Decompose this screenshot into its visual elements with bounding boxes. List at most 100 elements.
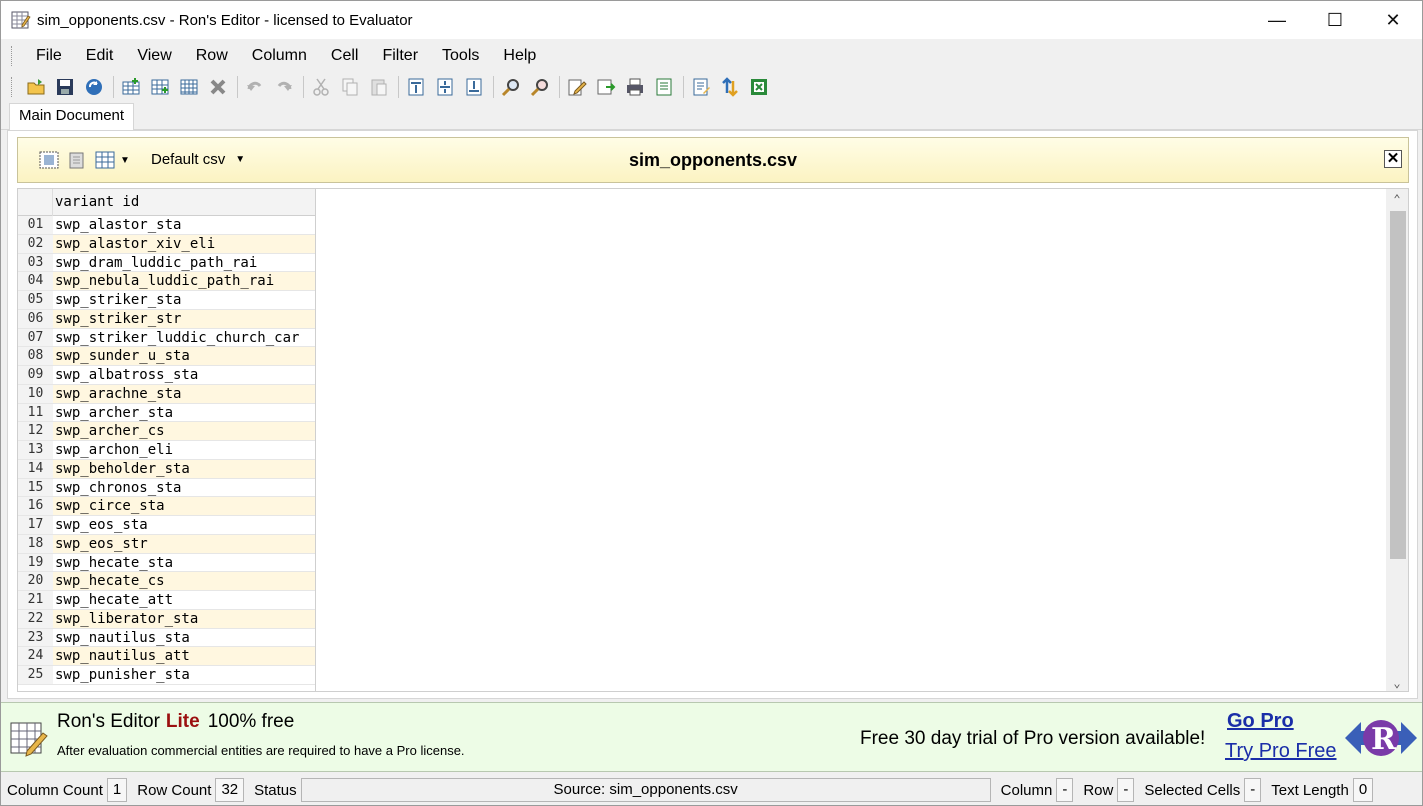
align-middle-button[interactable] <box>433 75 457 99</box>
open-folder-button[interactable] <box>24 75 48 99</box>
menu-column[interactable]: Column <box>240 47 319 65</box>
try-pro-free-link[interactable]: Try Pro Free <box>1225 740 1337 763</box>
insert-column-button[interactable] <box>148 75 172 99</box>
variant-id-cell[interactable]: swp_arachne_sta <box>53 384 315 403</box>
variant-id-cell[interactable]: swp_archon_eli <box>53 441 315 459</box>
maximize-button[interactable]: ☐ <box>1306 1 1364 39</box>
row-number[interactable]: 14 <box>18 459 53 478</box>
variant-id-cell[interactable]: swp_nautilus_att <box>53 647 315 665</box>
row-number[interactable]: 21 <box>18 591 53 609</box>
table-row[interactable]: 03 swp_dram_luddic_path_rai <box>18 253 315 273</box>
variant-id-cell[interactable]: swp_striker_luddic_church_car <box>53 328 315 347</box>
edit-button[interactable] <box>565 75 589 99</box>
scrollbar-thumb[interactable] <box>1390 211 1406 559</box>
table-row[interactable]: 10 swp_arachne_sta <box>18 384 315 404</box>
row-number[interactable]: 03 <box>18 253 53 272</box>
menu-filter[interactable]: Filter <box>370 47 430 65</box>
table-row[interactable]: 07 swp_striker_luddic_church_car <box>18 328 315 348</box>
table-row[interactable]: 23 swp_nautilus_sta <box>18 628 315 648</box>
row-number[interactable]: 07 <box>18 328 53 347</box>
row-number[interactable]: 20 <box>18 572 53 590</box>
row-number[interactable]: 01 <box>18 216 53 234</box>
column-header-variant-id[interactable]: variant id <box>55 194 139 210</box>
variant-id-cell[interactable]: swp_striker_sta <box>53 291 315 309</box>
row-number[interactable]: 06 <box>18 309 53 328</box>
grid-button[interactable] <box>177 75 201 99</box>
variant-id-cell[interactable]: swp_hecate_sta <box>53 553 315 572</box>
excel-button[interactable] <box>747 75 771 99</box>
menu-help[interactable]: Help <box>491 47 548 65</box>
row-number[interactable]: 25 <box>18 666 53 684</box>
table-row[interactable]: 17 swp_eos_sta <box>18 516 315 535</box>
table-row[interactable]: 01 swp_alastor_sta <box>18 216 315 235</box>
scroll-up-arrow-icon[interactable]: ⌃ <box>1386 189 1408 209</box>
table-row[interactable]: 21 swp_hecate_att <box>18 591 315 610</box>
variant-id-cell[interactable]: swp_nebula_luddic_path_rai <box>53 272 315 290</box>
r-logo-icon[interactable]: R <box>1343 715 1419 761</box>
variant-id-cell[interactable]: swp_alastor_xiv_eli <box>53 234 315 253</box>
variant-id-cell[interactable]: swp_hecate_att <box>53 591 315 609</box>
table-row[interactable]: 22 swp_liberator_sta <box>18 609 315 629</box>
variant-id-cell[interactable]: swp_circe_sta <box>53 497 315 515</box>
undo-button[interactable] <box>243 75 267 99</box>
table-row[interactable]: 12 swp_archer_cs <box>18 422 315 441</box>
variant-id-cell[interactable]: swp_punisher_sta <box>53 666 315 684</box>
table-row[interactable]: 15 swp_chronos_sta <box>18 478 315 498</box>
find-next-button[interactable] <box>528 75 552 99</box>
row-number[interactable]: 10 <box>18 384 53 403</box>
row-number[interactable]: 04 <box>18 272 53 290</box>
row-number[interactable]: 15 <box>18 478 53 497</box>
variant-id-cell[interactable]: swp_eos_sta <box>53 516 315 534</box>
menu-edit[interactable]: Edit <box>74 47 126 65</box>
row-number[interactable]: 08 <box>18 347 53 365</box>
row-number[interactable]: 19 <box>18 553 53 572</box>
table-row[interactable]: 02 swp_alastor_xiv_eli <box>18 234 315 254</box>
table-row[interactable]: 14 swp_beholder_sta <box>18 459 315 479</box>
row-number[interactable]: 05 <box>18 291 53 309</box>
variant-id-cell[interactable]: swp_albatross_sta <box>53 366 315 384</box>
variant-id-cell[interactable]: swp_archer_cs <box>53 422 315 440</box>
variant-id-cell[interactable]: swp_liberator_sta <box>53 609 315 628</box>
corner-cell[interactable] <box>18 189 53 216</box>
print-button[interactable] <box>623 75 647 99</box>
close-window-button[interactable]: ✕ <box>1364 1 1422 39</box>
menu-file[interactable]: File <box>24 47 74 65</box>
copy-button[interactable] <box>338 75 362 99</box>
variant-id-cell[interactable]: swp_striker_str <box>53 309 315 328</box>
preview-button[interactable] <box>652 75 676 99</box>
variant-id-cell[interactable]: swp_nautilus_sta <box>53 628 315 647</box>
table-row[interactable]: 19 swp_hecate_sta <box>18 553 315 573</box>
row-number[interactable]: 17 <box>18 516 53 534</box>
properties-button[interactable] <box>689 75 713 99</box>
row-number[interactable]: 12 <box>18 422 53 440</box>
delete-button[interactable] <box>206 75 230 99</box>
export-button[interactable] <box>594 75 618 99</box>
table-row[interactable]: 09 swp_albatross_sta <box>18 366 315 385</box>
close-document-button[interactable]: ✕ <box>1384 150 1402 168</box>
row-number[interactable]: 23 <box>18 628 53 647</box>
tab-main-document[interactable]: Main Document <box>9 103 135 131</box>
table-row[interactable]: 16 swp_circe_sta <box>18 497 315 516</box>
variant-id-cell[interactable]: swp_archer_sta <box>53 403 315 422</box>
go-pro-link[interactable]: Go Pro <box>1227 710 1294 733</box>
reload-button[interactable] <box>82 75 106 99</box>
align-top-button[interactable] <box>404 75 428 99</box>
menu-row[interactable]: Row <box>184 47 240 65</box>
menu-view[interactable]: View <box>125 47 183 65</box>
variant-id-cell[interactable]: swp_sunder_u_sta <box>53 347 315 365</box>
variant-id-cell[interactable]: swp_dram_luddic_path_rai <box>53 253 315 272</box>
save-button[interactable] <box>53 75 77 99</box>
variant-id-cell[interactable]: swp_hecate_cs <box>53 572 315 590</box>
table-row[interactable]: 05 swp_striker_sta <box>18 291 315 310</box>
insert-row-button[interactable] <box>119 75 143 99</box>
variant-id-cell[interactable]: swp_alastor_sta <box>53 216 315 234</box>
table-row[interactable]: 11 swp_archer_sta <box>18 403 315 423</box>
redo-button[interactable] <box>272 75 296 99</box>
variant-id-cell[interactable]: swp_beholder_sta <box>53 459 315 478</box>
table-row[interactable]: 04 swp_nebula_luddic_path_rai <box>18 272 315 291</box>
row-number[interactable]: 02 <box>18 234 53 253</box>
menu-tools[interactable]: Tools <box>430 47 491 65</box>
table-row[interactable]: 24 swp_nautilus_att <box>18 647 315 666</box>
menu-cell[interactable]: Cell <box>319 47 371 65</box>
table-row[interactable]: 13 swp_archon_eli <box>18 441 315 460</box>
